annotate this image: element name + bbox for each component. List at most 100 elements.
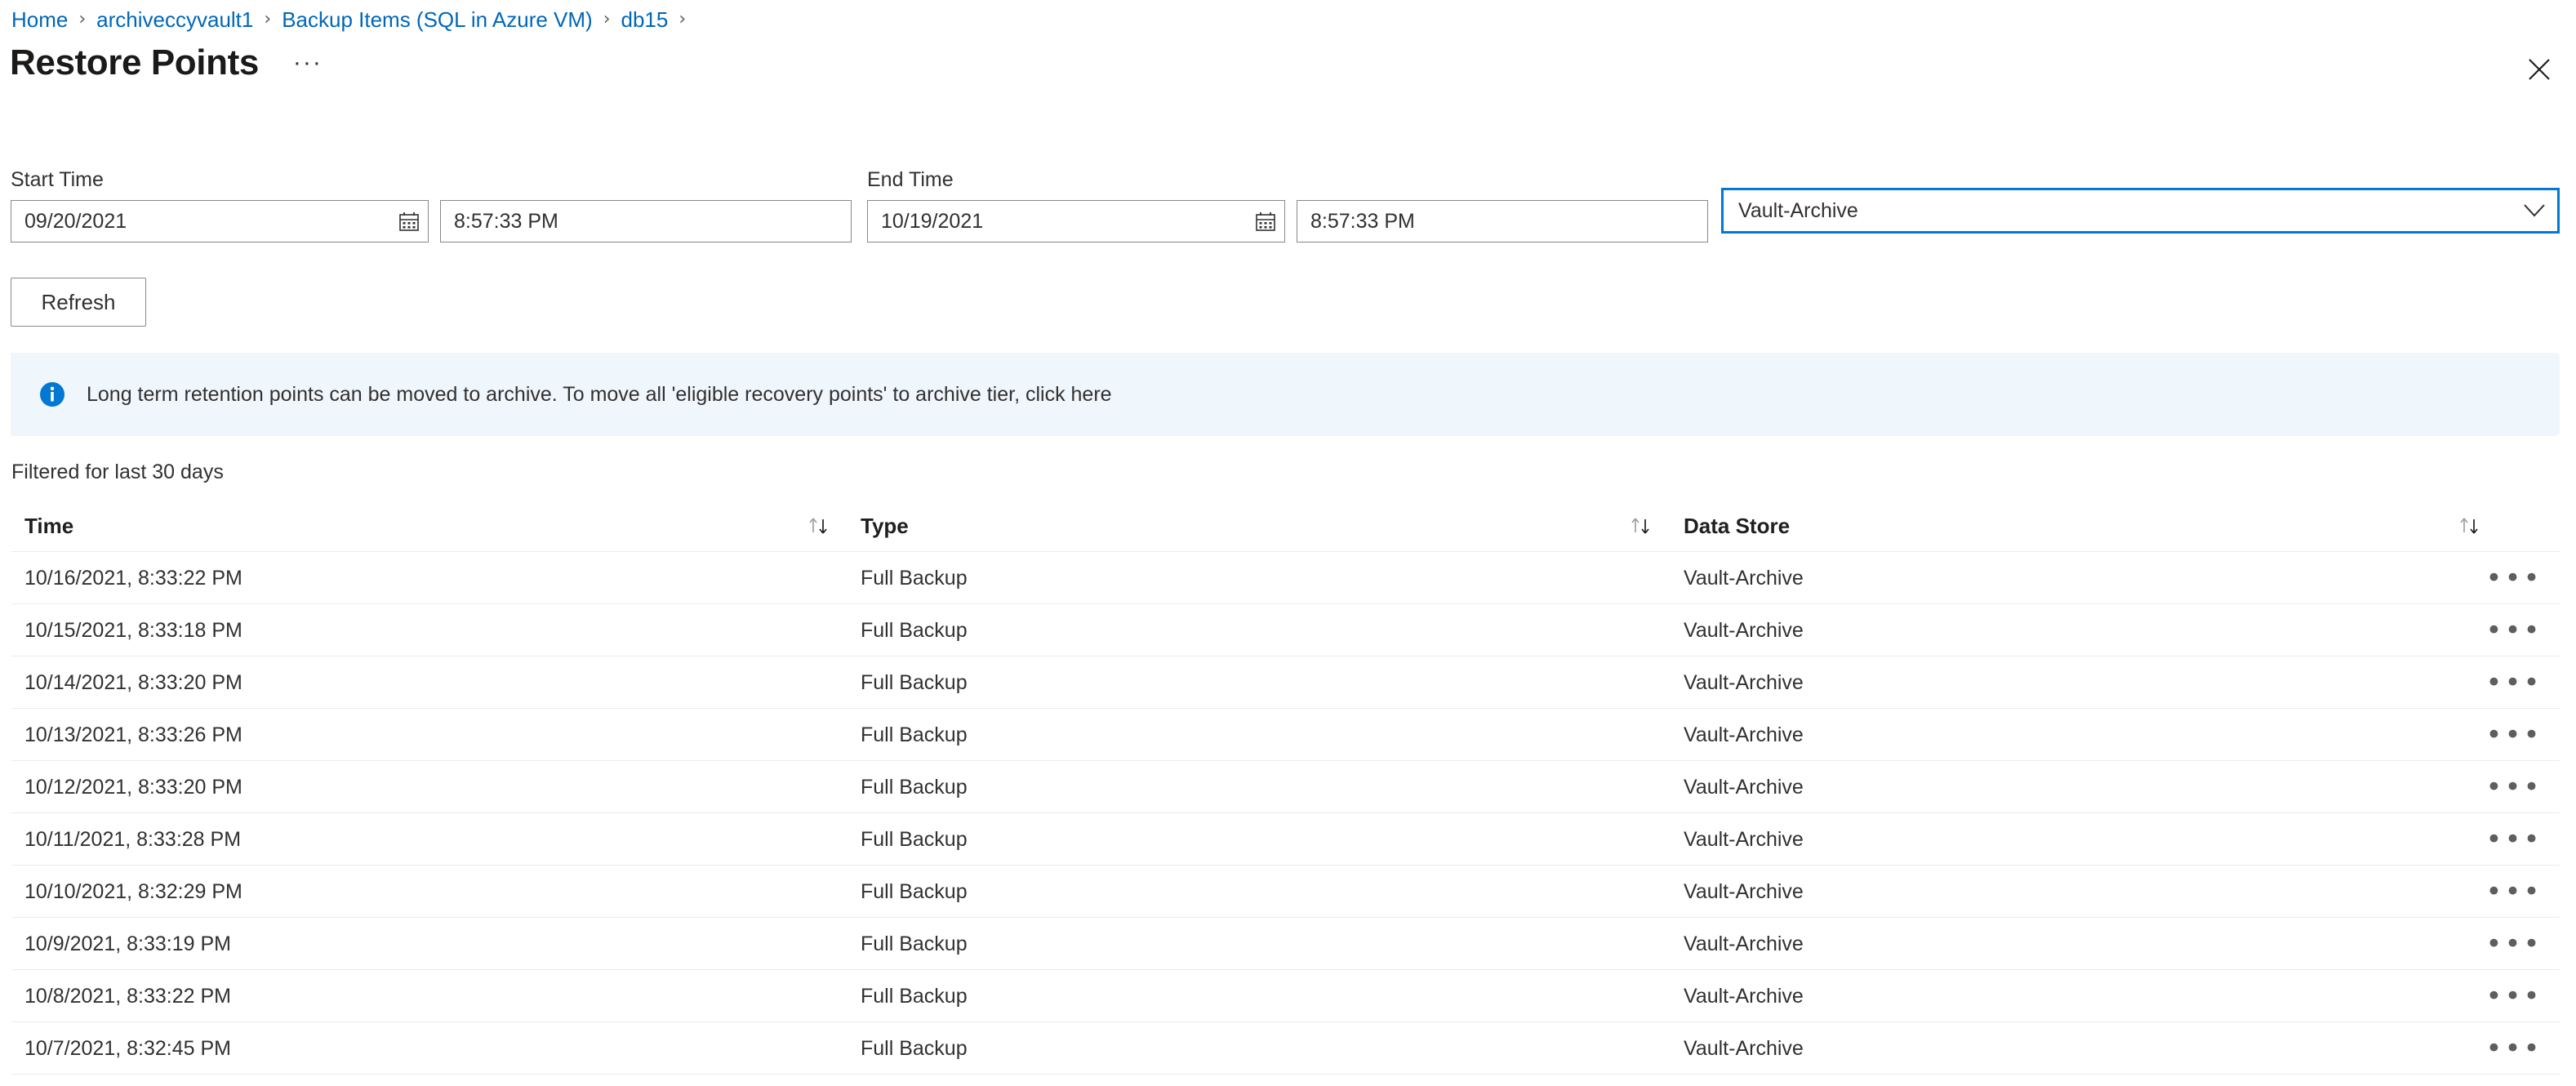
filtered-note: Filtered for last 30 days [11, 461, 224, 483]
cell-data-store: Vault-Archive [1684, 776, 1804, 799]
cell-time: 10/8/2021, 8:33:22 PM [24, 985, 231, 1008]
end-date-value: 10/19/2021 [881, 209, 984, 233]
end-date-input[interactable]: 10/19/2021 [867, 200, 1285, 243]
cell-data-store: Vault-Archive [1684, 985, 1804, 1008]
table-body: 10/16/2021, 8:33:22 PM Full Backup Vault-A… [11, 552, 2560, 1075]
end-time-input[interactable]: 8:57:33 PM [1297, 200, 1708, 243]
breadcrumb-separator-icon: › [78, 9, 87, 29]
refresh-button-label: Refresh [41, 289, 116, 314]
cell-data-store: Vault-Archive [1684, 671, 1804, 694]
cell-data-store: Vault-Archive [1684, 1037, 1804, 1060]
ellipsis-icon[interactable]: ••• [2485, 709, 2539, 761]
calendar-icon[interactable] [1247, 201, 1284, 242]
breadcrumb-separator-icon: › [603, 9, 611, 29]
ellipsis-icon[interactable]: ••• [2485, 866, 2539, 918]
breadcrumb-separator-icon: › [678, 9, 687, 29]
cell-time: 10/10/2021, 8:32:29 PM [24, 880, 242, 903]
cell-data-store: Vault-Archive [1684, 880, 1804, 903]
table-row[interactable]: 10/13/2021, 8:33:26 PM Full Backup Vault-A… [11, 709, 2560, 761]
column-header-data-store-label: Data Store [1684, 514, 1791, 538]
breadcrumb: Home › archiveccyvault1 › Backup Items (… [11, 7, 696, 33]
cell-time: 10/15/2021, 8:33:18 PM [24, 619, 242, 642]
title-row: Restore Points ··· [10, 41, 323, 85]
end-time-group: End Time 10/19/2021 8:57:33 PM [867, 167, 1708, 243]
ellipsis-icon[interactable]: ••• [2485, 656, 2539, 709]
info-banner[interactable]: Long term retention points can be moved … [11, 353, 2560, 436]
cell-type: Full Backup [861, 619, 968, 642]
cell-data-store: Vault-Archive [1684, 828, 1804, 851]
breadcrumb-separator-icon: › [264, 9, 272, 29]
cell-type: Full Backup [861, 880, 968, 903]
table-row[interactable]: 10/10/2021, 8:32:29 PM Full Backup Vault-A… [11, 866, 2560, 918]
table-row[interactable]: 10/8/2021, 8:33:22 PM Full Backup Vault-Ar… [11, 970, 2560, 1022]
restore-points-table: Time Type Data Store 10/16/2021, 8:33:22… [11, 500, 2560, 1075]
cell-time: 10/13/2021, 8:33:26 PM [24, 723, 242, 746]
table-row[interactable]: 10/16/2021, 8:33:22 PM Full Backup Vault-A… [11, 552, 2560, 604]
start-time-value: 8:57:33 PM [454, 209, 558, 233]
close-icon [2528, 58, 2551, 81]
ellipsis-icon[interactable]: ••• [2485, 918, 2539, 970]
start-time-input[interactable]: 8:57:33 PM [440, 200, 852, 243]
cell-type: Full Backup [861, 932, 968, 955]
restore-points-blade: Home › archiveccyvault1 › Backup Items (… [0, 0, 2576, 1086]
more-options-button[interactable]: ··· [293, 51, 323, 75]
data-store-selected-value: Vault-Archive [1738, 198, 1858, 222]
column-header-time[interactable]: Time [24, 500, 73, 552]
start-time-label: Start Time [11, 168, 104, 191]
table-row[interactable]: 10/14/2021, 8:33:20 PM Full Backup Vault-A… [11, 656, 2560, 709]
column-header-type-label: Type [861, 514, 909, 538]
end-time-value: 8:57:33 PM [1310, 209, 1415, 233]
page-title: Restore Points [10, 42, 259, 82]
cell-data-store: Vault-Archive [1684, 932, 1804, 955]
filter-bar: Start Time 09/20/2021 8:57:33 PM End Tim… [0, 167, 2576, 243]
close-button[interactable] [2520, 51, 2558, 88]
ellipsis-icon[interactable]: ••• [2485, 604, 2539, 656]
cell-time: 10/16/2021, 8:33:22 PM [24, 567, 242, 590]
cell-time: 10/11/2021, 8:33:28 PM [24, 828, 242, 851]
cell-data-store: Vault-Archive [1684, 567, 1804, 590]
end-time-label: End Time [867, 168, 954, 191]
cell-type: Full Backup [861, 671, 968, 694]
info-icon [38, 380, 67, 409]
cell-type: Full Backup [861, 567, 968, 590]
ellipsis-icon[interactable]: ••• [2485, 813, 2539, 866]
column-header-type[interactable]: Type [861, 500, 909, 552]
table-header-row: Time Type Data Store [11, 500, 2560, 552]
cell-time: 10/9/2021, 8:33:19 PM [24, 932, 231, 955]
sort-icon-time[interactable] [802, 500, 834, 552]
column-header-data-store[interactable]: Data Store [1684, 500, 1790, 552]
start-date-input[interactable]: 09/20/2021 [11, 200, 429, 243]
column-header-time-label: Time [24, 514, 74, 538]
table-row[interactable]: 10/15/2021, 8:33:18 PM Full Backup Vault-A… [11, 604, 2560, 656]
table-row[interactable]: 10/7/2021, 8:32:45 PM Full Backup Vault-Ar… [11, 1022, 2560, 1075]
cell-type: Full Backup [861, 828, 968, 851]
cell-type: Full Backup [861, 723, 968, 746]
cell-data-store: Vault-Archive [1684, 723, 1804, 746]
ellipsis-icon[interactable]: ••• [2485, 1022, 2539, 1075]
cell-type: Full Backup [861, 776, 968, 799]
refresh-button[interactable]: Refresh [11, 278, 146, 327]
table-row[interactable]: 10/9/2021, 8:33:19 PM Full Backup Vault-Ar… [11, 918, 2560, 970]
sort-icon-type[interactable] [1624, 500, 1657, 552]
ellipsis-icon[interactable]: ••• [2485, 970, 2539, 1022]
start-time-group: Start Time 09/20/2021 8:57:33 PM [11, 167, 852, 243]
ellipsis-icon[interactable]: ••• [2485, 552, 2539, 604]
start-date-value: 09/20/2021 [24, 209, 127, 233]
table-row[interactable]: 10/12/2021, 8:33:20 PM Full Backup Vault-A… [11, 761, 2560, 813]
breadcrumb-item-home[interactable]: Home [11, 7, 68, 33]
breadcrumb-item-db15[interactable]: db15 [621, 7, 669, 33]
cell-time: 10/14/2021, 8:33:20 PM [24, 671, 242, 694]
data-store-dropdown[interactable]: Vault-Archive [1721, 188, 2560, 234]
cell-time: 10/12/2021, 8:33:20 PM [24, 776, 242, 799]
chevron-down-icon [2511, 203, 2557, 218]
breadcrumb-item-backup-items[interactable]: Backup Items (SQL in Azure VM) [282, 7, 593, 33]
table-row[interactable]: 10/11/2021, 8:33:28 PM Full Backup Vault-A… [11, 813, 2560, 866]
ellipsis-icon[interactable]: ••• [2485, 761, 2539, 813]
cell-type: Full Backup [861, 1037, 968, 1060]
breadcrumb-item-vault[interactable]: archiveccyvault1 [96, 7, 253, 33]
sort-icon-data-store[interactable] [2453, 500, 2485, 552]
cell-type: Full Backup [861, 985, 968, 1008]
info-banner-text: Long term retention points can be moved … [87, 383, 1112, 406]
cell-data-store: Vault-Archive [1684, 619, 1804, 642]
calendar-icon[interactable] [390, 201, 428, 242]
